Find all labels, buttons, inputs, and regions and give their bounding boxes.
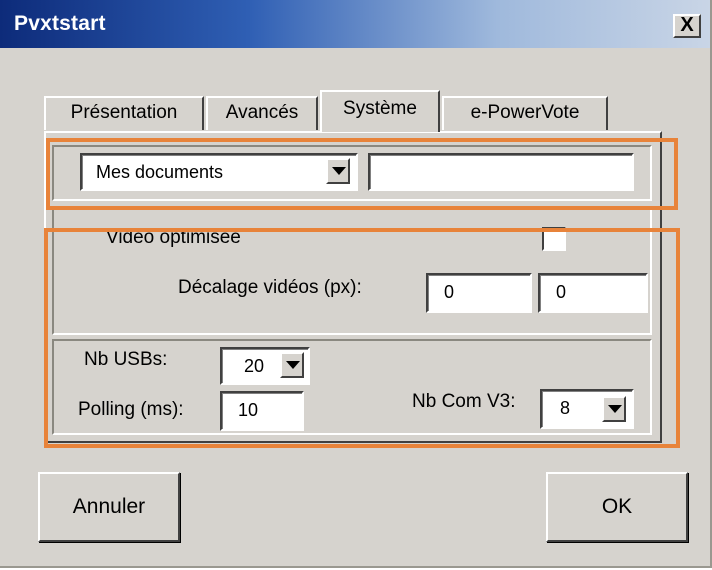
highlight-settings-section [44,228,680,448]
close-icon: X [680,14,694,36]
cancel-button[interactable]: Annuler [38,472,180,542]
tab-e-powervote[interactable]: e-PowerVote [442,96,608,130]
window-title: Pvxtstart [14,12,106,35]
highlight-folder-section [46,138,678,210]
dialog-window: Pvxtstart X Présentation Avancés Système… [0,0,712,568]
tab-systeme[interactable]: Système [320,90,440,132]
title-bar[interactable]: Pvxtstart X [0,0,710,48]
tab-presentation[interactable]: Présentation [44,96,204,130]
close-button[interactable]: X [673,14,701,38]
ok-button[interactable]: OK [546,472,688,542]
tab-avances[interactable]: Avancés [206,96,318,130]
